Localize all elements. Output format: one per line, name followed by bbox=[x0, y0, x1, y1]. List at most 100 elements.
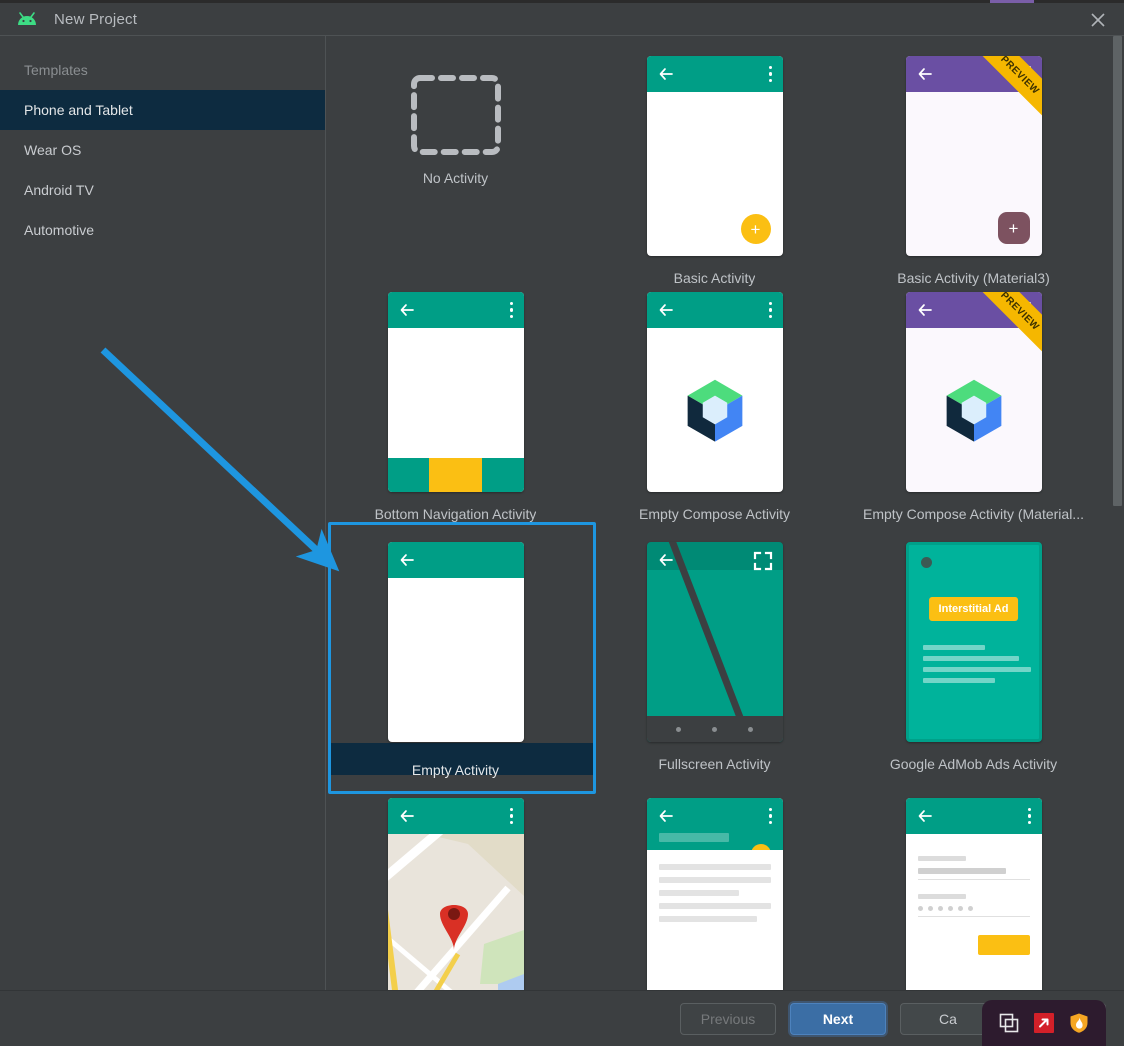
template-thumbnail: ★ bbox=[646, 798, 783, 990]
new-project-dialog: New Project Templates Phone and Tablet W… bbox=[0, 0, 1124, 1046]
template-label: No Activity bbox=[422, 170, 489, 186]
phone-mock: + bbox=[646, 56, 783, 256]
template-card-empty-compose-activity[interactable]: Empty Compose Activity bbox=[585, 286, 844, 522]
shield-flame-icon[interactable] bbox=[1067, 1011, 1091, 1035]
back-arrow-icon bbox=[916, 301, 934, 319]
dialog-footer: Previous Next Ca bbox=[0, 990, 1124, 1046]
phone-mock bbox=[905, 798, 1042, 990]
list-placeholder bbox=[646, 850, 783, 990]
bottom-navigation-bar bbox=[387, 458, 524, 492]
back-arrow-icon bbox=[916, 807, 934, 825]
back-arrow-icon bbox=[657, 65, 675, 83]
template-label: Empty Compose Activity bbox=[639, 506, 790, 522]
submit-button-placeholder bbox=[977, 935, 1030, 955]
avatar-dot-icon bbox=[920, 557, 932, 568]
template-card-basic-activity-material3[interactable]: PREVIEW + Basic Activity (Material3) bbox=[844, 50, 1103, 286]
template-card-bottom-navigation-activity[interactable]: Bottom Navigation Activity bbox=[326, 286, 585, 522]
template-thumbnail bbox=[387, 542, 524, 742]
sidebar-item-wear-os[interactable]: Wear OS bbox=[0, 130, 325, 170]
phone-mock bbox=[387, 292, 524, 492]
template-card-login-activity[interactable] bbox=[844, 792, 1103, 990]
interstitial-ad-badge: Interstitial Ad bbox=[928, 597, 1019, 621]
phone-mock bbox=[646, 542, 783, 742]
placeholder-lines bbox=[922, 645, 1031, 689]
previous-button-label: Previous bbox=[700, 1010, 756, 1027]
phone-mock: PREVIEW bbox=[905, 292, 1042, 492]
template-card-google-admob-ads-activity[interactable]: Interstitial Ad Google AdMob Ads Activit… bbox=[844, 522, 1103, 778]
field-label-placeholder bbox=[917, 856, 966, 861]
fullscreen-expand-icon bbox=[753, 551, 773, 571]
sidebar-item-automotive[interactable]: Automotive bbox=[0, 210, 325, 250]
diagonal-stripe bbox=[668, 542, 753, 742]
jetpack-compose-logo-icon bbox=[687, 379, 742, 442]
map-preview bbox=[387, 834, 524, 990]
phone-mock: Interstitial Ad bbox=[905, 542, 1042, 742]
app-bar bbox=[387, 798, 524, 834]
overflow-menu-icon bbox=[768, 65, 773, 83]
template-thumbnail: PREVIEW bbox=[905, 292, 1042, 492]
app-bar bbox=[387, 542, 524, 578]
scrollbar-thumb[interactable] bbox=[1113, 36, 1122, 506]
template-card-empty-compose-activity-material3[interactable]: PREVIEW Empty Compose Activity (Material… bbox=[844, 286, 1103, 522]
template-row: ★ bbox=[326, 792, 1124, 990]
password-dots bbox=[917, 906, 1030, 911]
app-bar bbox=[646, 798, 783, 850]
template-thumbnail bbox=[387, 292, 524, 492]
bottom-nav-segment bbox=[387, 458, 430, 492]
back-arrow-icon bbox=[398, 807, 416, 825]
template-label: Bottom Navigation Activity bbox=[374, 506, 537, 522]
template-card-google-maps-activity[interactable] bbox=[326, 792, 585, 990]
template-thumbnail bbox=[905, 798, 1042, 990]
back-arrow-icon bbox=[398, 301, 416, 319]
template-label: Basic Activity bbox=[673, 270, 756, 286]
template-thumbnail bbox=[387, 798, 524, 990]
app-bar bbox=[387, 292, 524, 328]
next-button-label: Next bbox=[822, 1010, 854, 1027]
back-arrow-icon bbox=[657, 301, 675, 319]
overflow-menu-icon bbox=[1027, 807, 1032, 825]
login-form-placeholder bbox=[905, 842, 1042, 990]
copy-windows-icon[interactable] bbox=[997, 1011, 1021, 1035]
overflow-menu-icon bbox=[768, 807, 773, 825]
back-arrow-icon bbox=[657, 551, 675, 569]
preview-ribbon-label: PREVIEW bbox=[971, 56, 1042, 124]
back-arrow-icon bbox=[398, 551, 416, 569]
preview-ribbon: PREVIEW bbox=[971, 56, 1042, 126]
screenshot-arrow-icon[interactable] bbox=[1032, 1011, 1056, 1035]
app-bar bbox=[646, 56, 783, 92]
toolbar-title-placeholder bbox=[658, 833, 729, 842]
template-card-basic-activity[interactable]: + Basic Activity bbox=[585, 50, 844, 286]
template-label: Basic Activity (Material3) bbox=[897, 270, 1050, 286]
sidebar-item-label: Phone and Tablet bbox=[24, 102, 133, 118]
template-card-no-activity[interactable]: No Activity bbox=[326, 50, 585, 286]
jetpack-compose-logo-icon bbox=[946, 379, 1001, 442]
template-thumbnail bbox=[646, 542, 783, 742]
phone-mock: PREVIEW + bbox=[905, 56, 1042, 256]
template-card-fullscreen-activity[interactable]: Fullscreen Activity bbox=[585, 522, 844, 778]
template-grid-area: No Activity + Basic Activity PREVIEW + B… bbox=[326, 36, 1124, 990]
phone-mock bbox=[387, 542, 524, 742]
close-icon[interactable] bbox=[1086, 8, 1110, 32]
sidebar-item-phone-and-tablet[interactable]: Phone and Tablet bbox=[0, 90, 325, 130]
next-button[interactable]: Next bbox=[790, 1002, 886, 1035]
sidebar-item-android-tv[interactable]: Android TV bbox=[0, 170, 325, 210]
phone-mock bbox=[387, 798, 524, 990]
dashed-placeholder-icon bbox=[410, 75, 501, 155]
template-card-empty-activity[interactable]: Empty Activity bbox=[326, 522, 596, 794]
sidebar-item-label: Wear OS bbox=[24, 142, 82, 158]
template-row: Bottom Navigation Activity Empty Compose… bbox=[326, 286, 1124, 522]
previous-button[interactable]: Previous bbox=[680, 1002, 776, 1035]
template-grid: No Activity + Basic Activity PREVIEW + B… bbox=[326, 36, 1124, 990]
phone-mock bbox=[646, 292, 783, 492]
template-card-list-activity[interactable]: ★ bbox=[585, 792, 844, 990]
field-underline bbox=[917, 916, 1030, 917]
template-label: Fullscreen Activity bbox=[658, 756, 771, 772]
scrollbar-track[interactable] bbox=[1112, 36, 1124, 990]
template-thumbnail bbox=[646, 292, 783, 492]
floating-action-button: + bbox=[997, 212, 1030, 244]
overflow-menu-icon bbox=[509, 301, 514, 319]
bottom-nav-segment-active bbox=[429, 458, 482, 492]
cancel-button-label: Ca bbox=[939, 1010, 957, 1027]
field-label-placeholder bbox=[917, 894, 966, 899]
template-label: Google AdMob Ads Activity bbox=[889, 756, 1058, 772]
